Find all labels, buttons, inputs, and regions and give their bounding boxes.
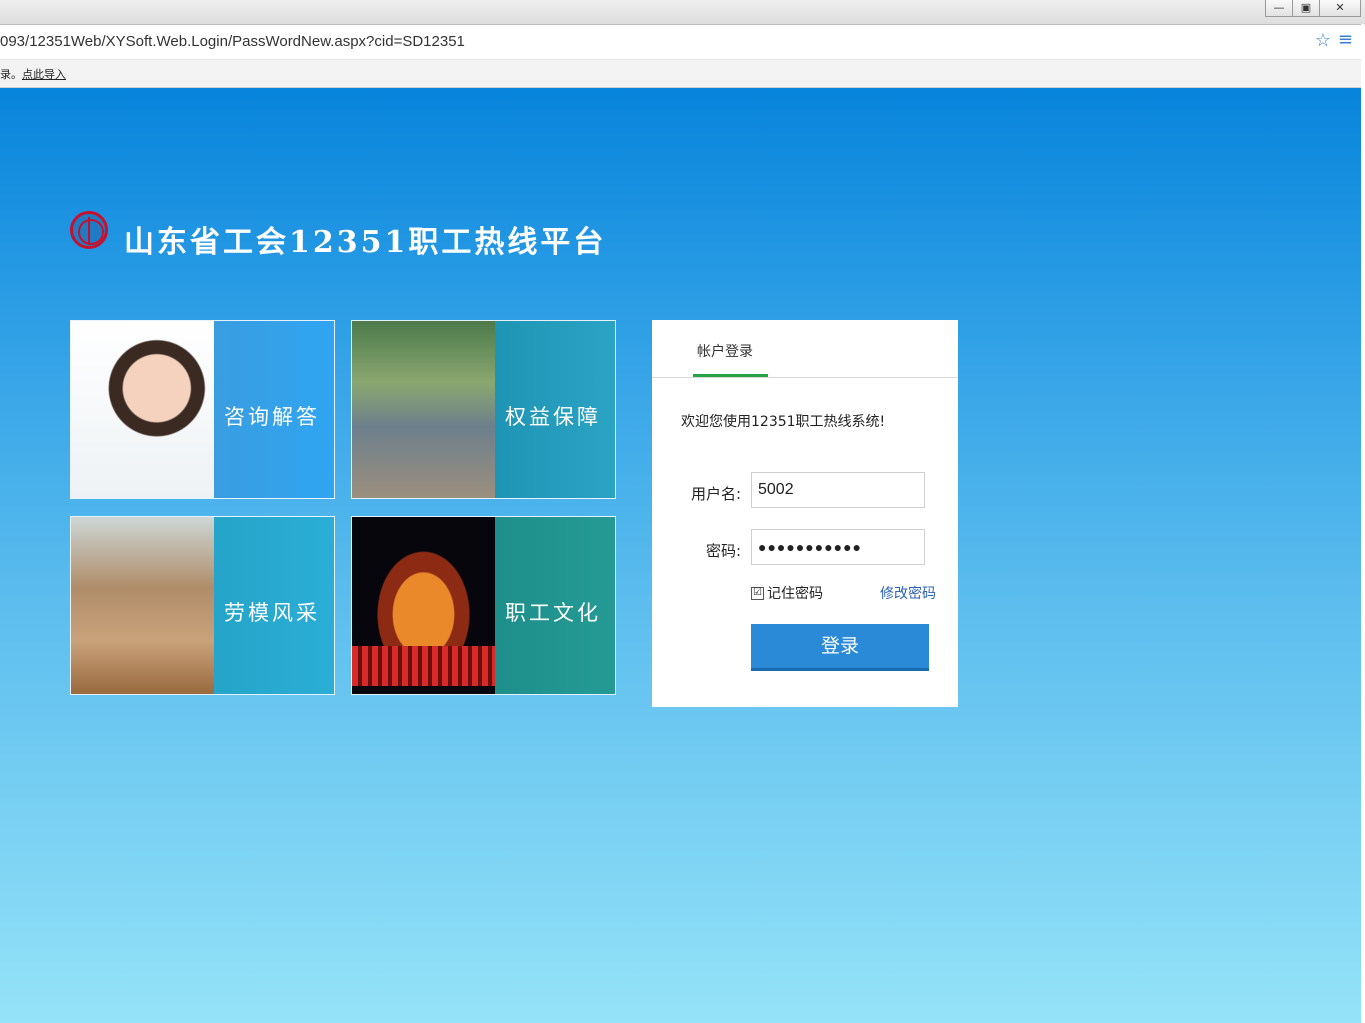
tile-label: 咨询解答 <box>224 405 320 429</box>
star-icon[interactable]: ☆ <box>1315 30 1331 51</box>
welcome-text: 欢迎您使用12351职工热线系统! <box>681 414 886 430</box>
tile-rights[interactable]: 权益保障 <box>351 320 616 499</box>
password-field[interactable]: ●●●●●●●●●●● <box>751 529 925 565</box>
tile-photo <box>352 321 495 498</box>
minimize-button[interactable]: — <box>1265 0 1293 17</box>
bookmarks-bar: 录。 点此导入 <box>0 60 1361 88</box>
window-titlebar: — ▣ ✕ <box>0 0 1365 25</box>
restore-button[interactable]: ▣ <box>1292 0 1320 17</box>
remember-password[interactable]: ☑ 记住密码 <box>751 583 823 603</box>
tile-photo <box>71 517 214 694</box>
tile-model-workers[interactable]: 劳模风采 <box>70 516 335 695</box>
remember-label: 记住密码 <box>767 586 823 602</box>
active-tab-indicator <box>693 374 768 377</box>
login-panel: 帐户登录 欢迎您使用12351职工热线系统! 用户名: 5002 密码: ●●●… <box>652 320 958 707</box>
login-button[interactable]: 登录 <box>751 624 929 671</box>
address-bar[interactable]: 093/12351Web/XYSoft.Web.Login/PassWordNe… <box>0 25 1361 60</box>
url-text[interactable]: 093/12351Web/XYSoft.Web.Login/PassWordNe… <box>0 33 465 50</box>
window-controls: — ▣ ✕ <box>1265 0 1361 17</box>
tile-label: 权益保障 <box>505 405 601 429</box>
close-button[interactable]: ✕ <box>1319 0 1361 17</box>
tile-photo <box>71 321 214 498</box>
tile-consulting[interactable]: 咨询解答 <box>70 320 335 499</box>
menu-icon[interactable]: ≡ <box>1338 29 1353 50</box>
login-page: 山东省工会12351职工热线平台 咨询解答 权益保障 劳模风采 职工文化 帐户登… <box>0 88 1361 1023</box>
remember-checkbox[interactable]: ☑ <box>751 586 764 600</box>
username-label: 用户名: <box>690 485 741 503</box>
tile-culture[interactable]: 职工文化 <box>351 516 616 695</box>
change-password-link[interactable]: 修改密码 <box>880 583 936 603</box>
scrollbar-track[interactable] <box>1361 24 1365 1023</box>
tile-label: 劳模风采 <box>224 601 320 625</box>
login-tabs: 帐户登录 <box>652 320 958 378</box>
page-title: 山东省工会12351职工热线平台 <box>124 225 607 260</box>
bookmarks-text: 录。 <box>0 68 22 81</box>
tile-photo <box>352 517 495 694</box>
password-label: 密码: <box>705 542 741 560</box>
tile-label: 职工文化 <box>505 601 601 625</box>
import-bookmarks-link[interactable]: 点此导入 <box>22 66 66 82</box>
username-field[interactable]: 5002 <box>751 472 925 508</box>
tab-account-login[interactable]: 帐户登录 <box>697 341 753 361</box>
union-logo-icon <box>70 211 108 249</box>
